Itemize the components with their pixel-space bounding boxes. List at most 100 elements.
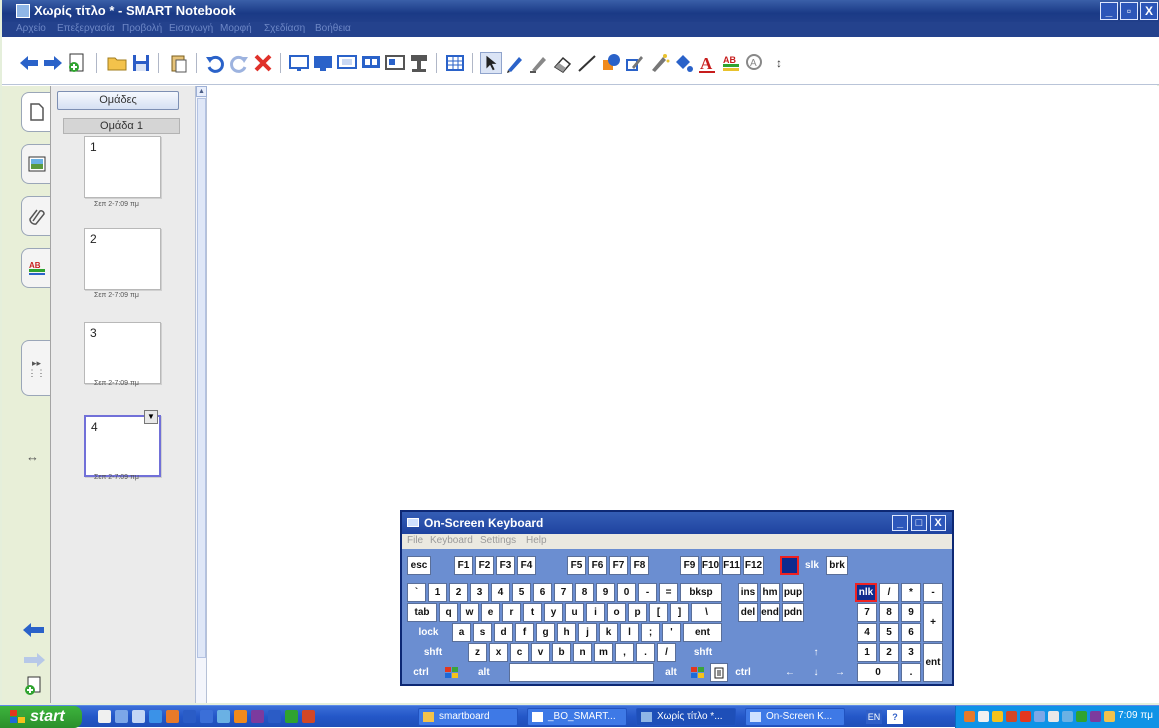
group-header[interactable]: Ομάδα 1 (63, 118, 180, 134)
previous-page-icon[interactable] (22, 622, 46, 638)
osk-menu-help[interactable]: Help (526, 535, 547, 546)
key-hm[interactable]: hm (760, 583, 780, 602)
delete-icon[interactable] (252, 52, 274, 74)
key-numpad-3[interactable]: 3 (901, 643, 921, 662)
key-f7[interactable]: F7 (609, 556, 628, 575)
key-end[interactable]: end (760, 603, 780, 622)
key-9[interactable]: 9 (596, 583, 615, 602)
save-icon[interactable] (130, 52, 152, 74)
tray-bluetooth-icon[interactable] (1090, 711, 1101, 722)
osk-menu-keyboard[interactable]: Keyboard (430, 535, 473, 546)
key-2[interactable]: 2 (449, 583, 468, 602)
key-0[interactable]: 0 (617, 583, 636, 602)
key-arrow-down[interactable]: ↓ (806, 663, 826, 682)
key-f12[interactable]: F12 (743, 556, 764, 575)
key-pup[interactable]: pup (782, 583, 804, 602)
quicklaunch-photoshop-icon[interactable] (183, 710, 196, 723)
tray-update-icon[interactable] (1062, 711, 1073, 722)
key-backtick[interactable]: ` (407, 583, 426, 602)
key-z[interactable]: z (468, 643, 487, 662)
key-arrow-left[interactable]: ← (780, 663, 800, 682)
next-page-icon[interactable] (22, 652, 46, 668)
osk-maximize-button[interactable]: □ (911, 515, 927, 531)
key-g[interactable]: g (536, 623, 555, 642)
key-f10[interactable]: F10 (701, 556, 720, 575)
redo-icon[interactable] (228, 52, 250, 74)
key-arrow-up[interactable]: ↑ (806, 643, 826, 662)
document-camera-icon[interactable] (408, 52, 430, 74)
key-x[interactable]: x (489, 643, 508, 662)
scroll-up-icon[interactable]: ▲ (196, 86, 207, 97)
key-quote[interactable]: ' (662, 623, 681, 642)
page-thumbnail-1[interactable]: 1 (84, 136, 161, 198)
tray-user-icon[interactable] (1104, 711, 1115, 722)
add-page-icon[interactable] (66, 52, 88, 74)
task-on-screen-keyboard[interactable]: On-Screen K... (745, 708, 845, 726)
key-numpad-minus[interactable]: - (923, 583, 943, 602)
key-caps-lock[interactable]: lock (407, 623, 450, 642)
key-left-alt[interactable]: alt (469, 663, 507, 682)
minimize-button[interactable]: _ (1100, 2, 1118, 20)
key-a[interactable]: a (452, 623, 471, 642)
menu-draw[interactable]: Σχεδίαση (264, 23, 305, 34)
key-f1[interactable]: F1 (454, 556, 473, 575)
key-8[interactable]: 8 (575, 583, 594, 602)
quicklaunch-onenote-icon[interactable] (251, 710, 264, 723)
screen-capture-icon[interactable] (384, 52, 406, 74)
key-l[interactable]: l (620, 623, 639, 642)
quicklaunch-chrome-icon[interactable] (98, 710, 111, 723)
key-numpad-divide[interactable]: / (879, 583, 899, 602)
key-n[interactable]: n (573, 643, 592, 662)
page-menu-dropdown-icon[interactable]: ▼ (144, 410, 158, 424)
tray-sun-icon[interactable] (992, 711, 1003, 722)
close-button[interactable]: X (1140, 2, 1158, 20)
key-right-alt[interactable]: alt (656, 663, 686, 682)
key-arrow-right[interactable]: → (830, 663, 850, 682)
key-backslash[interactable]: \ (691, 603, 722, 622)
key-esc[interactable]: esc (407, 556, 431, 575)
quicklaunch-powerpoint-icon[interactable] (302, 710, 315, 723)
key-numpad-6[interactable]: 6 (901, 623, 921, 642)
key-f4[interactable]: F4 (517, 556, 536, 575)
quicklaunch-excel-icon[interactable] (285, 710, 298, 723)
menu-file[interactable]: Αρχείο (16, 23, 46, 34)
key-4[interactable]: 4 (491, 583, 510, 602)
key-c[interactable]: c (510, 643, 529, 662)
key-enter[interactable]: ent (683, 623, 722, 642)
key-p[interactable]: p (628, 603, 647, 622)
key-equals[interactable]: = (659, 583, 678, 602)
key-brk[interactable]: brk (826, 556, 848, 575)
quicklaunch-app-icon[interactable] (200, 710, 213, 723)
screen-shade-icon[interactable] (288, 52, 310, 74)
gallery-tab[interactable] (21, 144, 51, 184)
key-space[interactable] (509, 663, 654, 682)
properties-tab[interactable]: AB (21, 248, 51, 288)
menu-help[interactable]: Βοήθεια (315, 23, 351, 34)
key-j[interactable]: j (578, 623, 597, 642)
key-numpad-9[interactable]: 9 (901, 603, 921, 622)
key-7[interactable]: 7 (554, 583, 573, 602)
key-del[interactable]: del (738, 603, 758, 622)
more-tools-icon[interactable]: A (744, 52, 766, 74)
page-sorter-tab[interactable] (21, 92, 51, 132)
page-thumbnail-3[interactable]: 3 (84, 322, 161, 384)
quicklaunch-ie-icon[interactable] (149, 710, 162, 723)
scrollbar-thumb[interactable] (197, 98, 206, 658)
paste-icon[interactable] (168, 52, 190, 74)
tray-network-icon[interactable] (1034, 711, 1045, 722)
magic-pen-icon[interactable] (648, 52, 670, 74)
key-numpad-2[interactable]: 2 (879, 643, 899, 662)
page-thumbnail-2[interactable]: 2 (84, 228, 161, 290)
help-icon[interactable]: ? (887, 710, 903, 724)
restore-button[interactable]: ▫ (1120, 2, 1138, 20)
key-k[interactable]: k (599, 623, 618, 642)
tray-volume-icon[interactable] (1076, 711, 1087, 722)
key-o[interactable]: o (607, 603, 626, 622)
key-f3[interactable]: F3 (496, 556, 515, 575)
osk-close-button[interactable]: X (930, 515, 946, 531)
key-minus[interactable]: - (638, 583, 657, 602)
select-icon[interactable] (480, 52, 502, 74)
key-tab[interactable]: tab (407, 603, 437, 622)
key-numpad-5[interactable]: 5 (879, 623, 899, 642)
key-right-windows[interactable] (688, 663, 708, 682)
